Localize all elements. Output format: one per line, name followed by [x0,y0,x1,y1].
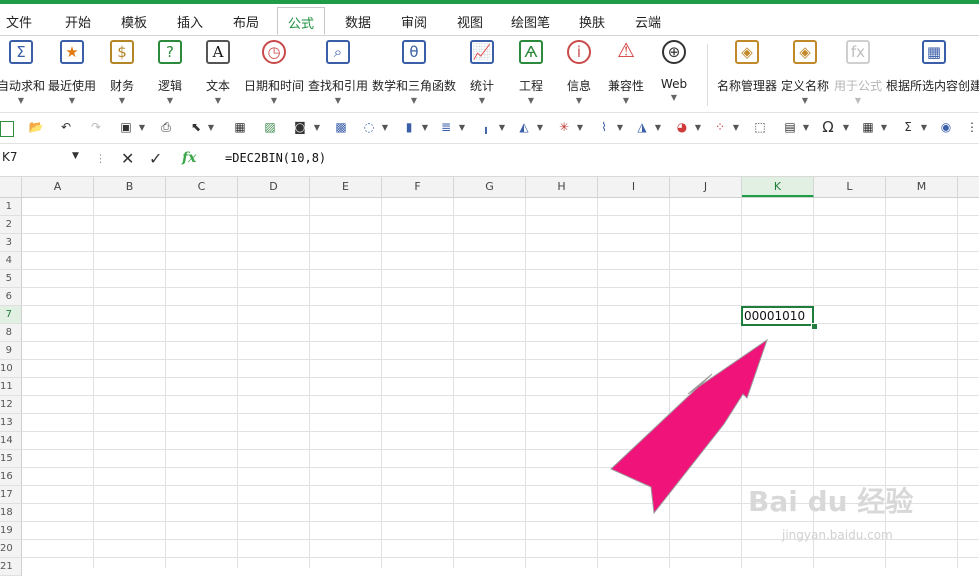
baidu-watermark: Bai du 经验 [748,485,914,518]
pink-arrow-icon [610,338,768,515]
watermark-url: jingyan.baidu.com [782,528,893,542]
